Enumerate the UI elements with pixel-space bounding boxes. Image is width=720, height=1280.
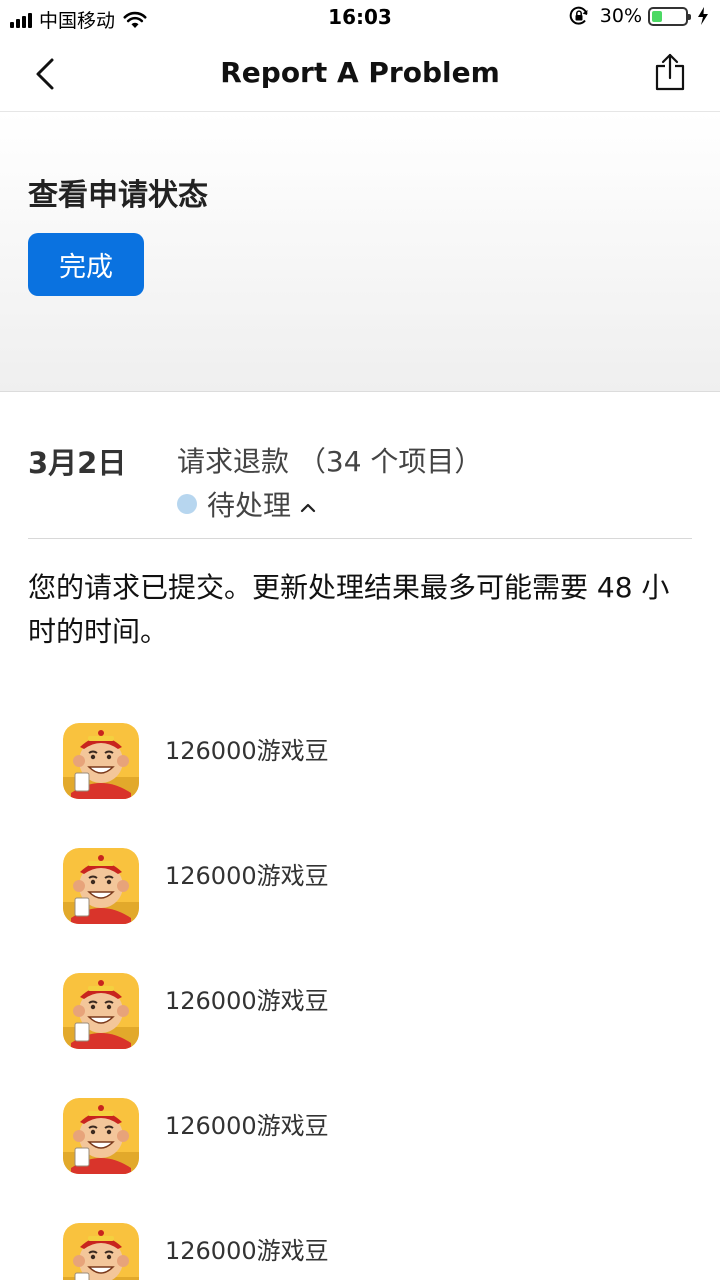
charging-icon xyxy=(698,7,708,25)
app-icon xyxy=(63,973,139,1049)
app-icon xyxy=(63,848,139,924)
page-title: Report A Problem xyxy=(220,56,500,89)
request-note: 您的请求已提交。更新处理结果最多可能需要 48 小时的时间。 xyxy=(28,571,670,648)
battery-icon xyxy=(648,6,691,26)
status-text: 待处理 xyxy=(207,489,292,522)
status-bar: 中国移动 16:03 30% xyxy=(0,0,720,36)
list-item[interactable]: 126000游戏豆 xyxy=(63,848,683,948)
back-chevron-icon[interactable] xyxy=(28,54,64,94)
panel-title: 查看申请状态 xyxy=(28,178,208,213)
chevron-up-icon xyxy=(300,503,316,513)
app-icon xyxy=(63,1223,139,1280)
navigation-bar: Report A Problem xyxy=(0,36,720,112)
carrier-name: 中国移动 xyxy=(39,10,116,32)
request-status-toggle[interactable]: 待处理 xyxy=(177,484,317,524)
status-dot-icon xyxy=(177,494,197,514)
status-header-panel: 查看申请状态 完成 xyxy=(0,112,720,392)
rotation-lock-icon xyxy=(569,6,588,25)
battery-percentage: 30% xyxy=(599,5,642,27)
app-icon xyxy=(63,723,139,799)
status-right: 30% xyxy=(568,5,710,27)
battery-level-fill xyxy=(652,10,662,22)
request-title: 请求退款 （34 个项目） xyxy=(177,445,483,478)
list-item[interactable]: 126000游戏豆 xyxy=(63,1098,683,1198)
signal-icon xyxy=(10,12,32,28)
item-label: 126000游戏豆 xyxy=(165,862,329,890)
done-button[interactable]: 完成 xyxy=(28,233,144,296)
wifi-icon xyxy=(123,11,147,28)
item-label: 126000游戏豆 xyxy=(165,1112,329,1140)
status-left: 中国移动 xyxy=(10,6,147,33)
item-label: 126000游戏豆 xyxy=(165,987,329,1015)
list-item[interactable]: 126000游戏豆 xyxy=(63,1223,683,1280)
item-label: 126000游戏豆 xyxy=(165,737,329,765)
request-date: 3月2日 xyxy=(28,446,127,480)
divider xyxy=(28,538,692,539)
item-label: 126000游戏豆 xyxy=(165,1237,329,1265)
app-icon xyxy=(63,1098,139,1174)
list-item[interactable]: 126000游戏豆 xyxy=(63,723,683,823)
share-icon[interactable] xyxy=(652,52,688,92)
list-item[interactable]: 126000游戏豆 xyxy=(63,973,683,1073)
